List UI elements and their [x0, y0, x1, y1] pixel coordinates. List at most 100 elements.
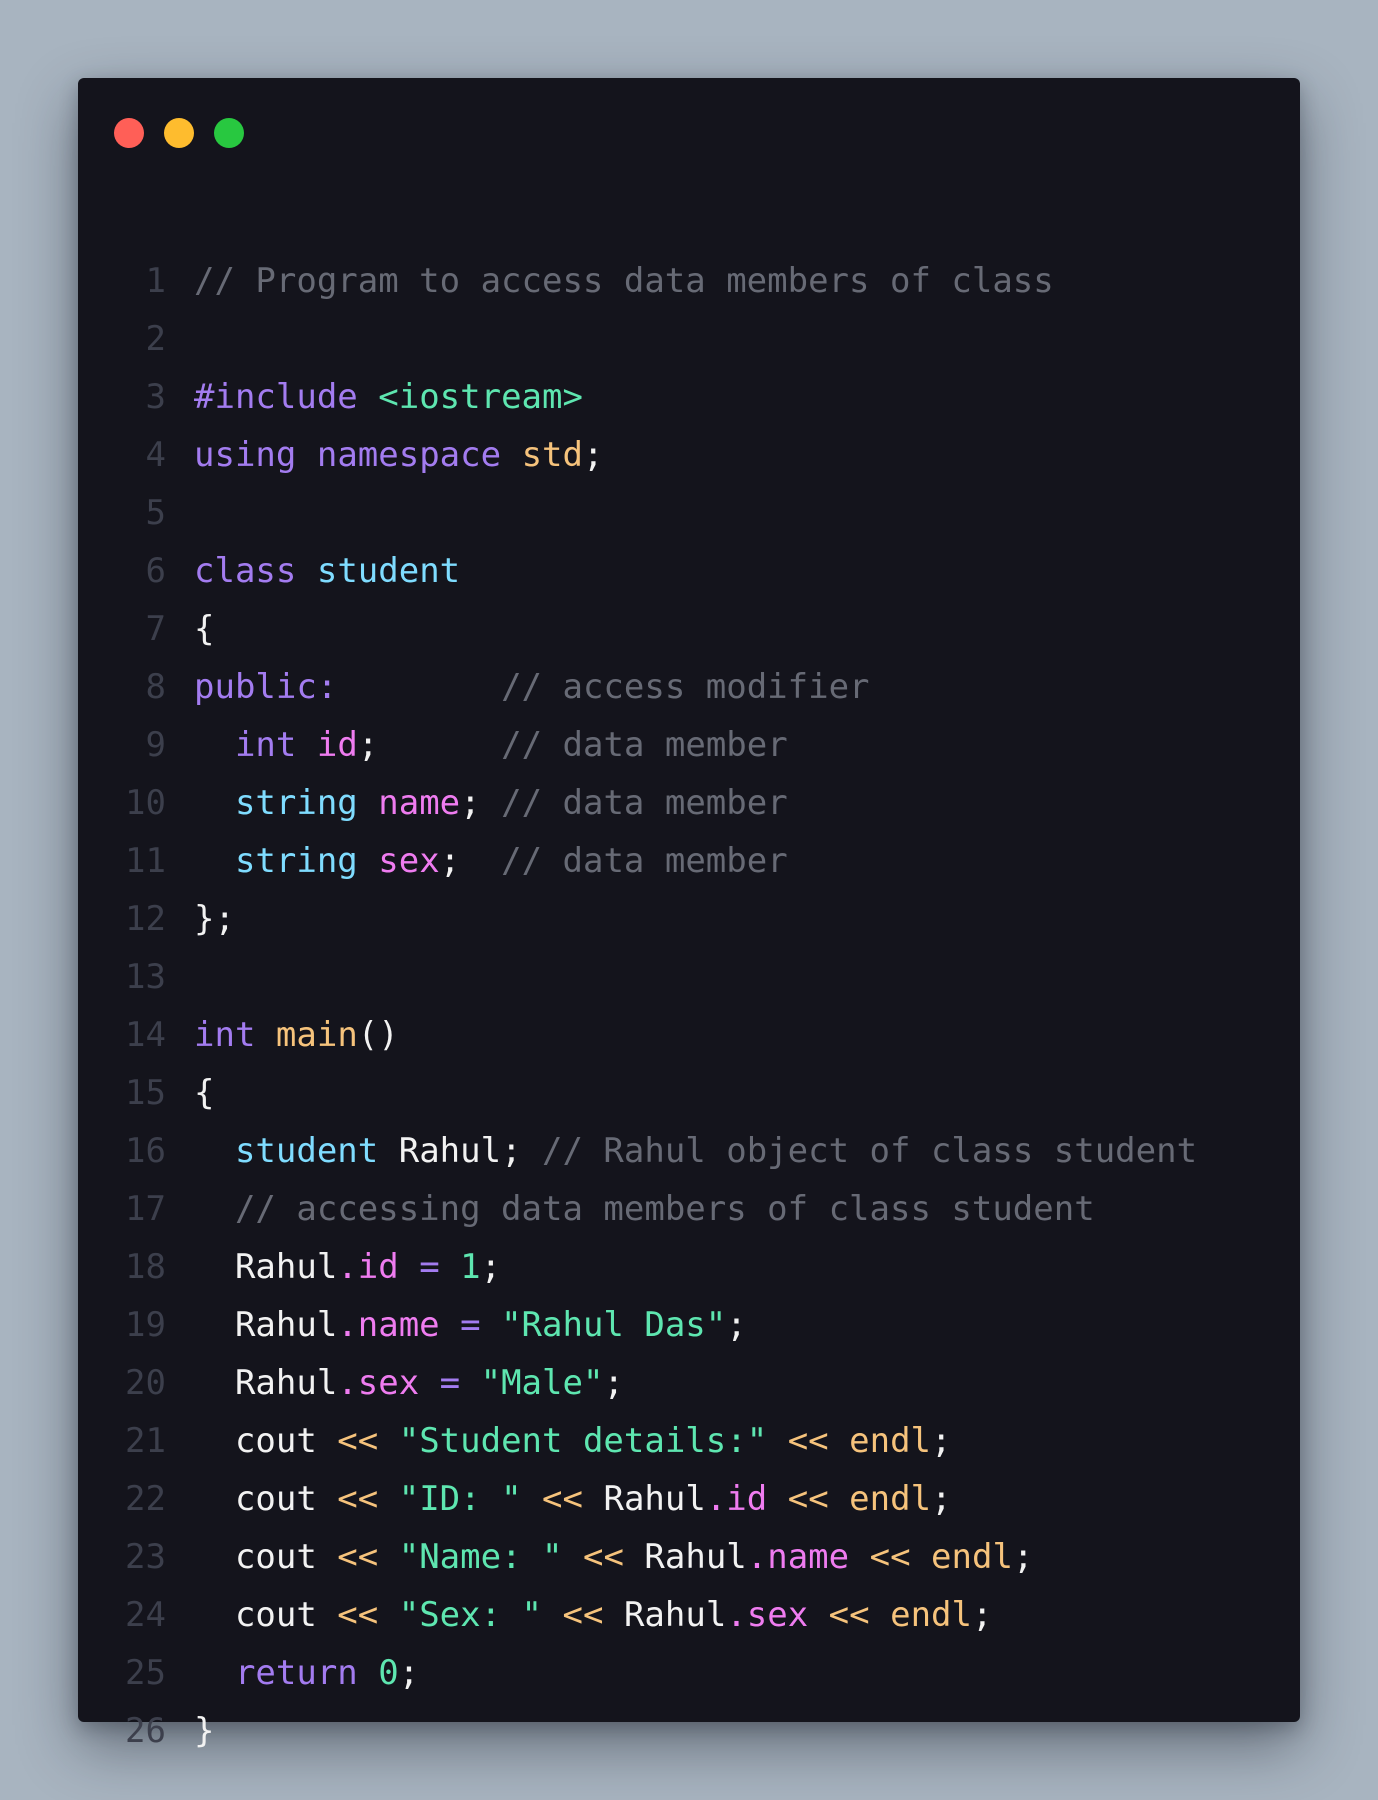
- code-token-comment: // Rahul object of class student: [542, 1131, 1198, 1171]
- code-line: 10 string name; // data member: [78, 774, 1197, 832]
- code-token-keyword: int: [234, 725, 297, 765]
- line-number: 1: [145, 261, 166, 301]
- line-number: 3: [145, 377, 166, 417]
- code-token-keyword: using: [194, 435, 297, 475]
- code-token-punct: ;: [931, 1421, 952, 1461]
- line-number: 22: [125, 1479, 166, 1519]
- line-number: 20: [125, 1363, 166, 1403]
- code-token-preproc: #include: [194, 377, 358, 417]
- code-token-func: endl: [890, 1595, 972, 1635]
- line-number: 2: [145, 319, 166, 359]
- code-line: 16 student Rahul; // Rahul object of cla…: [78, 1122, 1197, 1180]
- code-text: int id; // data member: [166, 716, 788, 774]
- code-token-plain: Rahul: [194, 1305, 338, 1345]
- code-line: 19 Rahul.name = "Rahul Das";: [78, 1296, 1197, 1354]
- code-token-punct: ;: [582, 435, 604, 475]
- code-token-keyword: public:: [194, 667, 338, 707]
- code-token-plain: Rahul: [194, 1363, 338, 1403]
- code-token-member: .id: [705, 1479, 768, 1519]
- code-token-operator: <<: [828, 1595, 870, 1635]
- code-token-plain: cout: [194, 1537, 338, 1577]
- code-line: 8 public: // access modifier: [78, 658, 1197, 716]
- code-text: int main(): [166, 1006, 399, 1064]
- code-line: 17 // accessing data members of class st…: [78, 1180, 1197, 1238]
- line-number: 12: [125, 899, 166, 939]
- line-number: 23: [125, 1537, 166, 1577]
- code-token-member: .id: [337, 1247, 399, 1287]
- line-number: 13: [125, 957, 166, 997]
- code-token-plain: Rahul: [583, 1479, 706, 1519]
- code-text: // Program to access data members of cla…: [166, 252, 1054, 310]
- code-token-plain: Rahul: [194, 1247, 338, 1287]
- code-text: {: [166, 600, 214, 658]
- code-text: Rahul.id = 1;: [166, 1238, 501, 1296]
- code-token-keyword: =: [439, 1305, 502, 1345]
- code-token-punct: ;: [398, 1653, 420, 1693]
- code-line: 5: [78, 484, 1197, 542]
- code-token-comment: // data member: [501, 725, 788, 765]
- code-text: }: [166, 1702, 214, 1760]
- line-number: 4: [145, 435, 166, 475]
- code-token-plain: Rahul: [623, 1537, 747, 1577]
- code-line: 9 int id; // data member: [78, 716, 1197, 774]
- code-text: public: // access modifier: [166, 658, 870, 716]
- code-token-plain: Rahul: [603, 1595, 727, 1635]
- code-text: Rahul.name = "Rahul Das";: [166, 1296, 747, 1354]
- code-line: 26}: [78, 1702, 1197, 1760]
- code-text: cout << "ID: " << Rahul.id << endl;: [166, 1470, 952, 1528]
- close-button[interactable]: [114, 118, 144, 148]
- code-token-operator: <<: [582, 1537, 624, 1577]
- code-token-comment: // accessing data members of class stude…: [234, 1189, 1095, 1229]
- code-token-plain: cout: [194, 1421, 338, 1461]
- line-number: 16: [125, 1131, 166, 1171]
- code-token-punct: }: [194, 1711, 215, 1751]
- code-token-header: <iostream>: [378, 377, 583, 417]
- code-token-member: sex: [378, 841, 440, 881]
- line-number: 7: [145, 609, 166, 649]
- minimize-button[interactable]: [164, 118, 194, 148]
- line-number: 26: [125, 1711, 166, 1751]
- code-token-plain: cout: [194, 1595, 338, 1635]
- line-number: 15: [125, 1073, 166, 1113]
- line-number: 21: [125, 1421, 166, 1461]
- code-line: 3 #include <iostream>: [78, 368, 1197, 426]
- code-window: 1 // Program to access data members of cl…: [78, 78, 1300, 1751]
- line-number: 18: [125, 1247, 166, 1287]
- line-number: 11: [125, 841, 166, 881]
- code-text: cout << "Name: " << Rahul.name << endl;: [166, 1528, 1033, 1586]
- maximize-button[interactable]: [214, 118, 244, 148]
- line-number: 19: [125, 1305, 166, 1345]
- code-token-operator: <<: [869, 1537, 911, 1577]
- line-number: 25: [125, 1653, 166, 1693]
- code-line: 22 cout << "ID: " << Rahul.id << endl;: [78, 1470, 1197, 1528]
- code-token-operator: <<: [337, 1537, 379, 1577]
- code-token-func: endl: [849, 1479, 932, 1519]
- code-line: 15 {: [78, 1064, 1197, 1122]
- code-token-member: .sex: [337, 1363, 420, 1403]
- code-token-type: string: [234, 841, 358, 881]
- code-line: 23 cout << "Name: " << Rahul.name << end…: [78, 1528, 1197, 1586]
- code-token-number: 1: [460, 1247, 481, 1287]
- code-token-member: .sex: [726, 1595, 809, 1635]
- code-text: #include <iostream>: [166, 368, 583, 426]
- code-token-string: "Sex: ": [398, 1595, 543, 1635]
- code-token-string: "Student details:": [398, 1421, 768, 1461]
